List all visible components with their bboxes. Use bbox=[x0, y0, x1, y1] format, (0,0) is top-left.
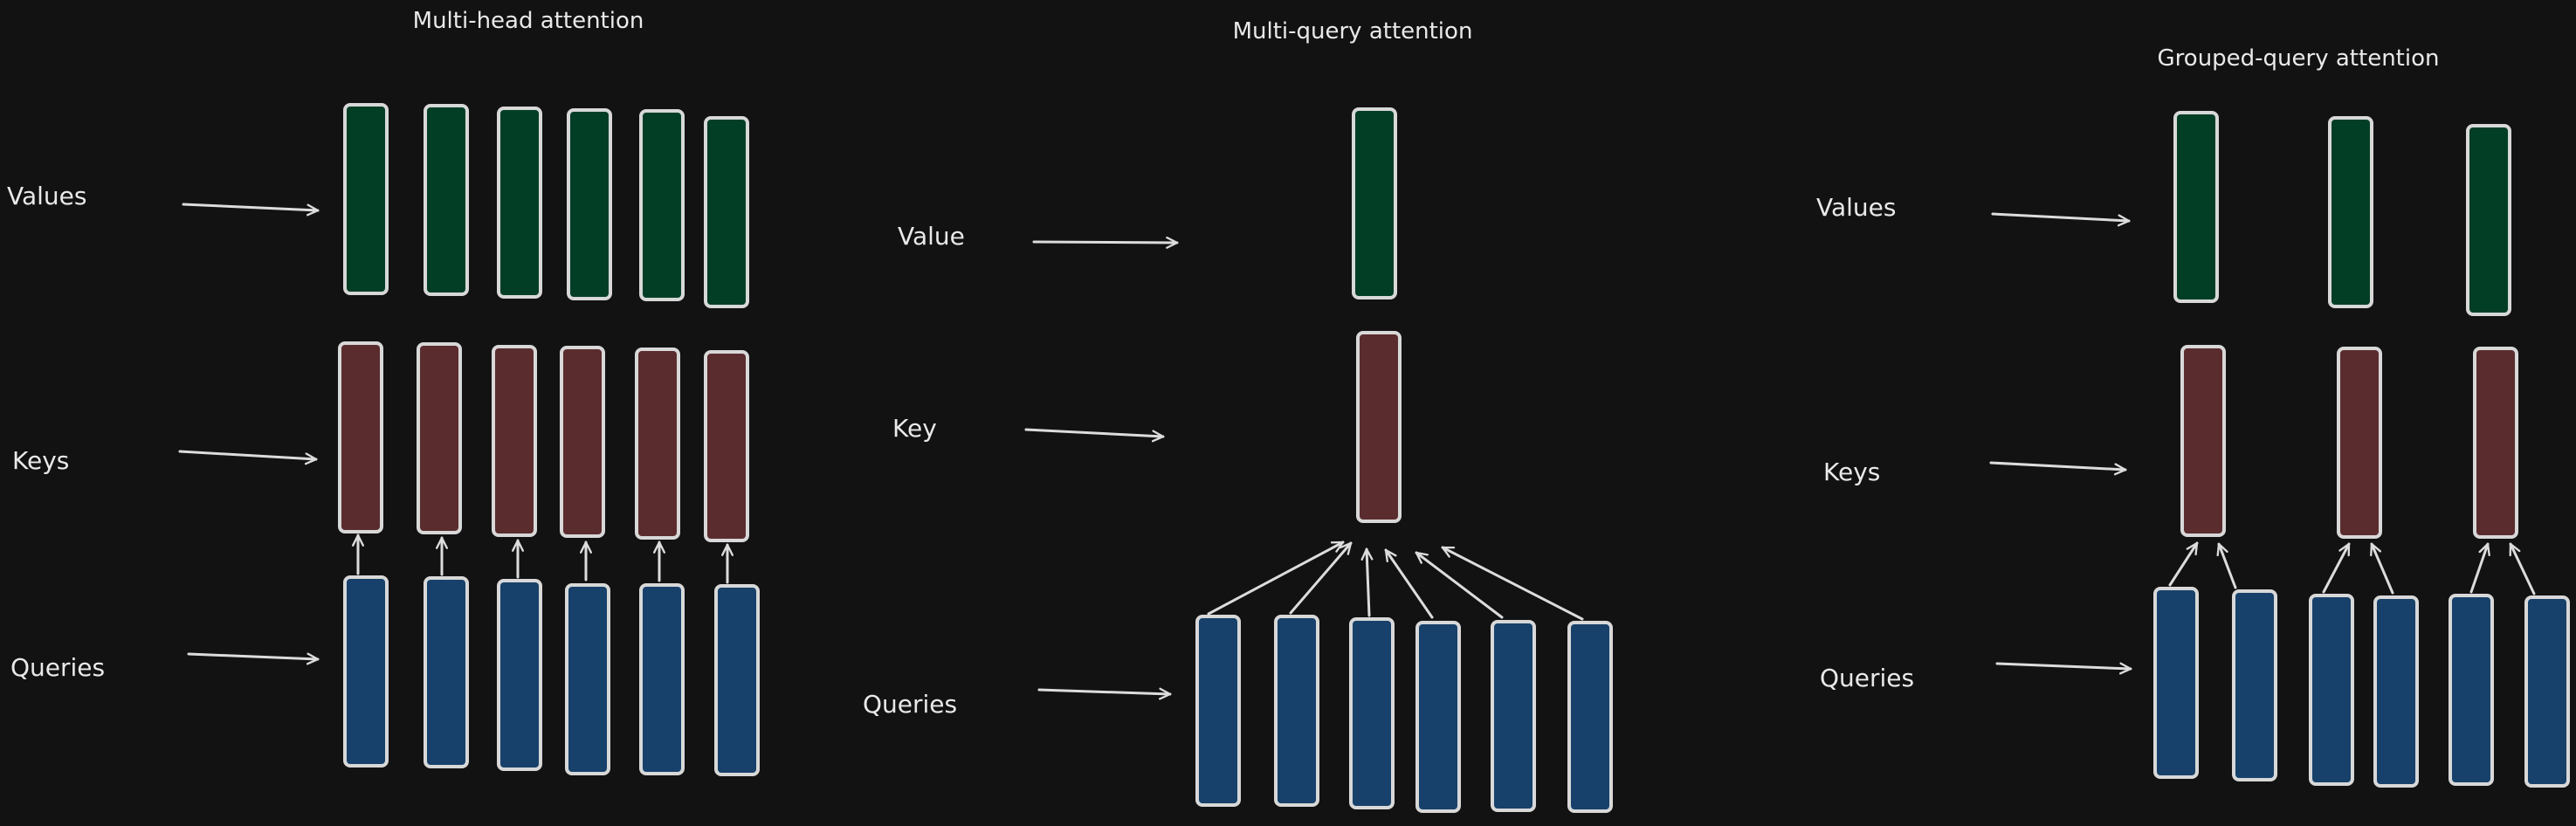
query-to-key-arrow bbox=[2370, 542, 2394, 595]
value-group-head bbox=[2328, 116, 2373, 308]
panel-title: Multi-head attention bbox=[413, 8, 644, 34]
panel-title: Multi-query attention bbox=[1233, 18, 1473, 45]
row-label-value: Value bbox=[898, 222, 965, 251]
queries-input-arrow bbox=[187, 652, 320, 665]
panel-multi-query-attention: Multi-query attention Value Key Queries bbox=[863, 18, 1613, 813]
keys-input-arrow bbox=[178, 450, 318, 465]
values-input-arrow bbox=[1991, 212, 2131, 227]
query-head bbox=[1567, 621, 1613, 813]
query-head bbox=[1415, 621, 1461, 813]
panel-grouped-query-attention: Grouped-query attention Values Keys Quer… bbox=[1816, 45, 2570, 788]
row-label-keys: Keys bbox=[12, 446, 69, 475]
key-group-head bbox=[2180, 345, 2226, 537]
diagram-canvas: Multi-head attention Values Keys Queries bbox=[7, 8, 2570, 813]
query-to-key-arrow bbox=[2322, 542, 2351, 594]
key-group-head bbox=[2473, 347, 2518, 539]
value-head bbox=[497, 107, 542, 299]
key-head bbox=[704, 350, 749, 542]
query-head bbox=[565, 583, 610, 775]
row-label-values: Values bbox=[7, 182, 86, 210]
value-head bbox=[424, 104, 469, 296]
row-label-queries: Queries bbox=[1820, 664, 1914, 692]
keys-input-arrow bbox=[1989, 461, 2127, 476]
value-input-arrow bbox=[1032, 236, 1179, 249]
query-to-key-arrow bbox=[1441, 546, 1584, 621]
value-head bbox=[639, 109, 685, 301]
key-input-arrow bbox=[1024, 428, 1165, 443]
row-label-queries: Queries bbox=[10, 653, 105, 682]
shared-key-head bbox=[1356, 331, 1402, 523]
query-head bbox=[497, 579, 542, 771]
query-head bbox=[424, 576, 469, 768]
key-group-head bbox=[2337, 347, 2382, 539]
values-input-arrow bbox=[182, 203, 320, 217]
query-head bbox=[2232, 589, 2277, 781]
row-label-keys: Keys bbox=[1823, 458, 1880, 486]
key-head bbox=[560, 346, 605, 538]
query-head bbox=[2153, 587, 2199, 779]
query-head bbox=[1491, 620, 1536, 812]
query-to-key-arrow bbox=[2168, 541, 2199, 587]
query-to-key-arrow bbox=[1207, 540, 1345, 616]
key-head bbox=[635, 348, 680, 540]
query-head bbox=[343, 575, 389, 767]
value-head bbox=[343, 103, 389, 295]
query-to-key-arrow bbox=[2469, 542, 2490, 594]
value-head bbox=[704, 116, 749, 308]
panel-title: Grouped-query attention bbox=[2158, 45, 2440, 72]
query-head bbox=[714, 584, 760, 776]
query-head bbox=[1195, 615, 1241, 807]
queries-input-arrow bbox=[1037, 687, 1172, 700]
query-head bbox=[1274, 615, 1319, 807]
query-to-key-arrow bbox=[2216, 542, 2237, 589]
query-head bbox=[2449, 594, 2494, 786]
key-head bbox=[417, 342, 462, 534]
row-label-queries: Queries bbox=[863, 690, 957, 719]
query-head bbox=[2373, 595, 2419, 788]
panel-multi-head-attention: Multi-head attention Values Keys Queries bbox=[7, 8, 760, 776]
query-to-key-arrow bbox=[2509, 542, 2536, 595]
key-head bbox=[338, 341, 383, 533]
query-head bbox=[2309, 594, 2354, 786]
query-head bbox=[2524, 595, 2570, 788]
query-head bbox=[639, 583, 685, 775]
queries-input-arrow bbox=[1995, 662, 2132, 675]
query-head bbox=[1349, 617, 1395, 809]
query-to-key-arrow bbox=[1415, 551, 1504, 619]
shared-value-head bbox=[1352, 107, 1397, 299]
row-label-key: Key bbox=[892, 414, 937, 443]
query-to-key-arrow bbox=[1360, 547, 1374, 617]
key-head bbox=[492, 345, 537, 537]
value-group-head bbox=[2466, 124, 2511, 316]
value-head bbox=[567, 108, 612, 300]
attention-diagram: Multi-head attention Values Keys Queries bbox=[0, 0, 2576, 822]
value-group-head bbox=[2173, 111, 2219, 303]
row-label-values: Values bbox=[1816, 193, 1896, 222]
